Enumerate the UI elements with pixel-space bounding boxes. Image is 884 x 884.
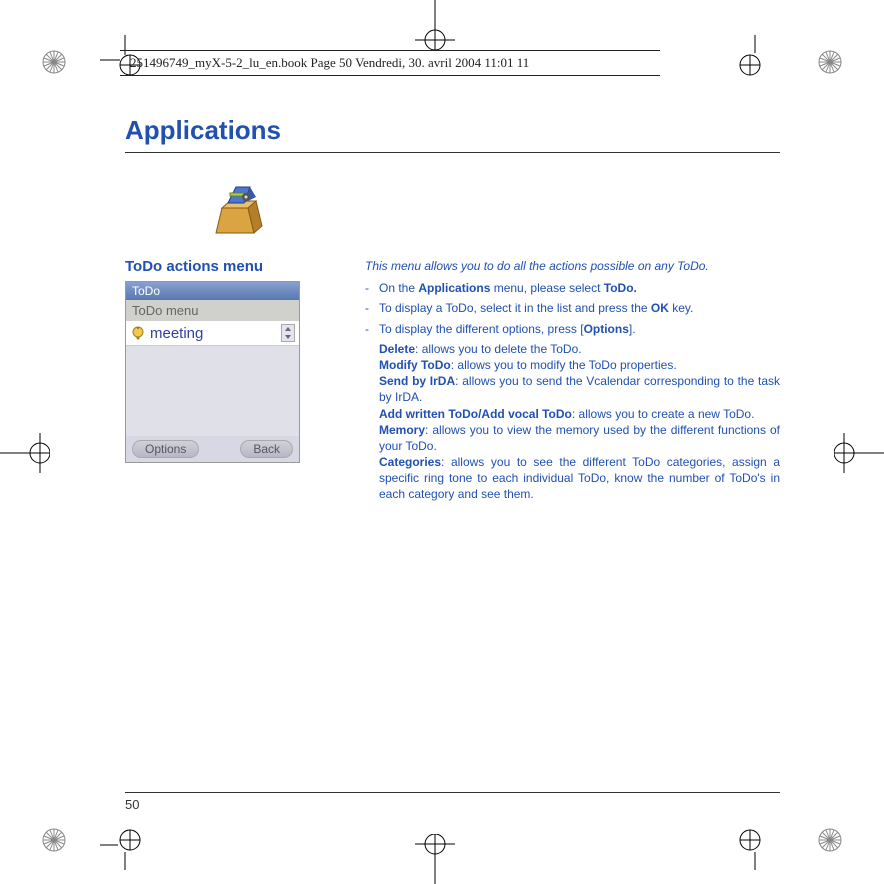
intro-text: This menu allows you to do all the actio… [365, 258, 780, 274]
crop-mark-icon [405, 0, 465, 50]
corner-wheel-icon [816, 48, 844, 76]
softkey-options: Options [132, 440, 199, 458]
crop-mark-icon [730, 820, 780, 875]
instruction-item: To display a ToDo, select it in the list… [365, 300, 780, 316]
reminder-icon [130, 325, 146, 341]
corner-wheel-icon [816, 826, 844, 854]
option-line: Modify ToDo: allows you to modify the To… [379, 357, 780, 373]
option-line: Categories: allows you to see the differ… [379, 454, 780, 503]
crop-mark-icon [834, 423, 884, 483]
instruction-item: To display the different options, press … [365, 321, 780, 337]
page-footer: 50 [125, 792, 780, 812]
crop-mark-icon [100, 820, 150, 875]
page-content: Applications ToDo actions menu ToDo ToDo… [125, 115, 780, 503]
instruction-item: On the Applications menu, please select … [365, 280, 780, 296]
phone-list-item: meeting [126, 321, 299, 346]
corner-wheel-icon [40, 826, 68, 854]
document-header: 251496749_myX-5-2_lu_en.book Page 50 Ven… [120, 50, 660, 76]
header-text: 251496749_myX-5-2_lu_en.book Page 50 Ven… [130, 55, 529, 70]
phone-screenshot: ToDo ToDo menu meeting Options Back [125, 281, 300, 463]
title-rule [125, 152, 780, 153]
phone-subtitle: ToDo menu [126, 300, 299, 321]
page-title: Applications [125, 115, 780, 146]
option-line: Add written ToDo/Add vocal ToDo: allows … [379, 406, 780, 422]
crop-mark-icon [0, 423, 50, 483]
softkey-back: Back [240, 440, 293, 458]
option-line: Memory: allows you to view the memory us… [379, 422, 780, 454]
applications-box-icon [210, 183, 270, 238]
option-line: Send by IrDA: allows you to send the Vca… [379, 373, 780, 405]
page-number: 50 [125, 797, 780, 812]
phone-titlebar: ToDo [126, 282, 299, 300]
phone-item-label: meeting [150, 325, 203, 342]
phone-blank-area [126, 346, 299, 436]
section-heading: ToDo actions menu [125, 258, 335, 275]
spinner-icon [281, 324, 295, 342]
crop-mark-icon [405, 834, 465, 884]
description-text: This menu allows you to do all the actio… [365, 258, 780, 503]
corner-wheel-icon [40, 48, 68, 76]
option-line: Delete: allows you to delete the ToDo. [379, 341, 780, 357]
footer-rule [125, 792, 780, 793]
crop-mark-icon [730, 35, 780, 90]
